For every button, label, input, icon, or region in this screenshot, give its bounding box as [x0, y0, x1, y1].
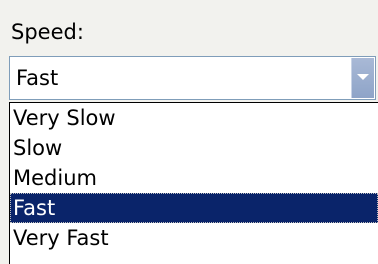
speed-label: Speed:	[11, 20, 84, 44]
option-medium[interactable]: Medium	[10, 163, 378, 193]
speed-dropdown-list[interactable]: Very Slow Slow Medium Fast Very Fast	[9, 102, 378, 264]
combo-selected-value: Fast	[16, 66, 59, 90]
option-very-fast[interactable]: Very Fast	[10, 223, 378, 253]
option-very-slow[interactable]: Very Slow	[10, 103, 378, 133]
option-fast[interactable]: Fast	[10, 193, 378, 223]
option-slow[interactable]: Slow	[10, 133, 378, 163]
chevron-down-icon[interactable]	[351, 58, 374, 98]
speed-combobox[interactable]: Fast	[9, 56, 376, 100]
